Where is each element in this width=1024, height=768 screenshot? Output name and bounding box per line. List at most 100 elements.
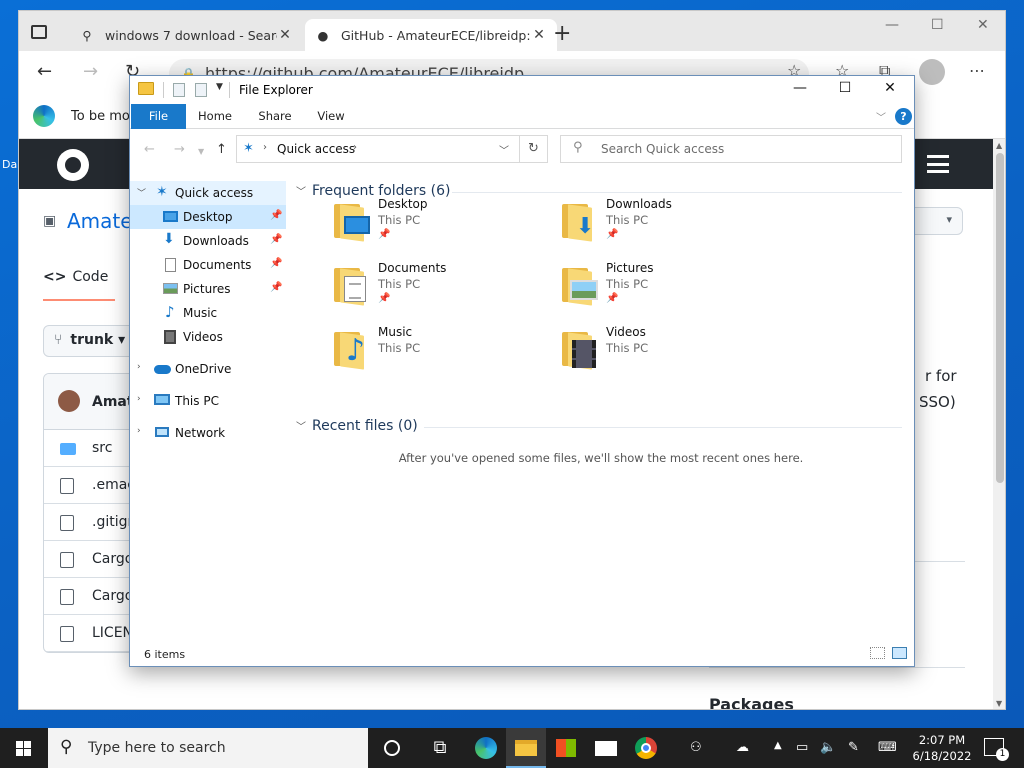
back-button[interactable]: ← — [37, 61, 52, 82]
search-input[interactable]: ⚲ Search Quick access — [560, 135, 902, 163]
taskbar-mail[interactable] — [586, 728, 626, 768]
minimize-button[interactable]: — — [778, 80, 822, 96]
desktop-icon — [163, 211, 178, 222]
tab-home[interactable]: Home — [192, 104, 238, 129]
edge-logo-icon — [33, 105, 55, 127]
forward-arrow-icon[interactable]: → — [174, 142, 185, 157]
tab-bing-search[interactable]: ⚲ windows 7 download - Search ✕ — [69, 19, 303, 51]
people-icon[interactable]: ⚇ — [690, 740, 702, 755]
task-view-button[interactable]: ⧉ — [420, 728, 460, 768]
details-view-icon[interactable] — [870, 647, 885, 659]
settings-more-icon[interactable]: ⋯ — [969, 61, 985, 80]
folder-tile-desktop[interactable]: Desktop This PC 📌 — [332, 197, 532, 253]
search-icon: ⚲ — [82, 27, 92, 43]
network-tray-icon[interactable]: ▭ — [796, 740, 808, 755]
sidebar-item-onedrive[interactable]: › OneDrive — [130, 357, 286, 381]
up-arrow-icon[interactable]: ↑ — [216, 142, 227, 157]
sidebar-item-music[interactable]: ♪ Music — [130, 301, 286, 325]
file-icon — [60, 626, 74, 642]
pen-icon[interactable]: ✎ — [848, 740, 859, 755]
computer-icon — [154, 394, 170, 405]
clock[interactable]: 2:07 PM 6/18/2022 — [910, 732, 974, 764]
browser-maximize-button[interactable]: ☐ — [931, 17, 944, 33]
github-logo-icon[interactable] — [57, 149, 89, 181]
quick-access-toolbar-dropdown-icon[interactable]: ▼ — [216, 82, 223, 92]
chevron-right-icon[interactable]: › — [137, 426, 141, 436]
sidebar-item-quick-access[interactable]: ﹀ ✶ Quick access — [130, 181, 286, 205]
explorer-title-bar[interactable]: ▼ File Explorer — ☐ ✕ — [130, 76, 914, 104]
sidebar-item-downloads[interactable]: ⬇ Downloads 📌 — [130, 229, 286, 253]
chevron-down-icon[interactable]: ﹀ — [137, 186, 146, 199]
sidebar-item-this-pc[interactable]: › This PC — [130, 389, 286, 413]
tab-code[interactable]: <> Code — [43, 267, 115, 301]
volume-icon[interactable]: 🔈 — [820, 740, 836, 755]
breadcrumb[interactable]: Quick access — [277, 142, 355, 156]
expand-ribbon-chevron-down-icon[interactable]: ﹀ — [876, 109, 886, 124]
folder-name: Music — [378, 325, 413, 339]
large-icons-view-icon[interactable] — [892, 647, 907, 659]
sidebar-item-desktop[interactable]: Desktop 📌 — [130, 205, 286, 229]
keyboard-icon[interactable]: ⌨ — [878, 740, 897, 755]
file-name[interactable]: Cargo — [92, 588, 133, 604]
taskbar-store[interactable] — [546, 728, 586, 768]
folder-tile-pictures[interactable]: Pictures This PC 📌 — [560, 261, 760, 317]
folder-tile-documents[interactable]: Documents This PC 📌 — [332, 261, 532, 317]
new-tab-button[interactable]: + — [553, 23, 571, 45]
file-name[interactable]: Cargo — [92, 551, 133, 567]
group-header-recent-files[interactable]: ﹀ Recent files (0) — [296, 418, 418, 434]
documents-icon — [165, 258, 176, 272]
scroll-up-icon[interactable]: ▲ — [996, 141, 1002, 150]
folder-tile-videos[interactable]: Videos This PC — [560, 325, 760, 381]
browser-close-button[interactable]: ✕ — [977, 17, 989, 33]
scrollbar-thumb[interactable] — [996, 153, 1004, 483]
back-arrow-icon[interactable]: ← — [144, 142, 155, 157]
tab-github[interactable]: ● GitHub - AmateurECE/libreidp: C ✕ — [305, 19, 557, 51]
tab-actions-icon[interactable] — [31, 25, 47, 39]
taskbar-file-explorer[interactable] — [506, 728, 546, 768]
sidebar-item-videos[interactable]: Videos — [130, 325, 286, 349]
recent-locations-chevron-down-icon[interactable]: ▼ — [198, 147, 204, 156]
breadcrumb-separator-icon[interactable]: › — [353, 142, 357, 153]
file-name[interactable]: src — [92, 440, 112, 456]
tab-close-icon[interactable]: ✕ — [277, 27, 293, 43]
avatar[interactable] — [58, 390, 80, 412]
chevron-right-icon[interactable]: › — [137, 362, 141, 372]
taskbar-edge[interactable] — [466, 728, 506, 768]
sidebar-item-documents[interactable]: Documents 📌 — [130, 253, 286, 277]
tab-view[interactable]: View — [310, 104, 352, 129]
group-header-label: Recent files (0) — [312, 418, 418, 434]
folder-name: Desktop — [378, 197, 428, 211]
help-icon[interactable]: ? — [895, 108, 912, 125]
folder-location: This PC — [378, 213, 421, 227]
maximize-button[interactable]: ☐ — [823, 80, 867, 96]
breadcrumb-separator-icon[interactable]: › — [263, 142, 267, 153]
address-bar[interactable]: ✶ › Quick access › ﹀ — [236, 135, 520, 163]
notification-center-icon[interactable]: 1 — [984, 738, 1009, 761]
show-hidden-icons-chevron-up-icon[interactable]: ▲ — [774, 740, 782, 751]
tab-file[interactable]: File — [131, 104, 186, 129]
scroll-down-icon[interactable]: ▼ — [996, 699, 1002, 708]
address-history-chevron-down-icon[interactable]: ﹀ — [499, 142, 509, 157]
page-scrollbar[interactable]: ▲ ▼ — [993, 139, 1005, 709]
desktop-icon-partial[interactable]: Da — [0, 140, 18, 171]
weather-icon[interactable]: ☁ — [736, 740, 749, 755]
chevron-right-icon[interactable]: › — [137, 394, 141, 404]
folder-tile-music[interactable]: ♪ Music This PC — [332, 325, 532, 381]
tab-close-icon[interactable]: ✕ — [531, 27, 547, 43]
folder-tile-downloads[interactable]: ⬇ Downloads This PC 📌 — [560, 197, 760, 253]
taskbar-chrome[interactable] — [626, 728, 666, 768]
new-folder-icon[interactable] — [195, 83, 207, 97]
profile-avatar[interactable] — [919, 59, 945, 85]
sidebar-item-network[interactable]: › Network — [130, 421, 286, 445]
browser-minimize-button[interactable]: — — [885, 17, 899, 33]
hamburger-menu-icon[interactable] — [927, 155, 949, 173]
properties-icon[interactable] — [173, 83, 185, 97]
refresh-button[interactable]: ↻ — [520, 135, 548, 163]
start-button[interactable] — [0, 728, 48, 768]
taskbar-search-input[interactable]: ⚲ Type here to search — [48, 728, 368, 768]
forward-button[interactable]: → — [83, 61, 98, 82]
tab-share[interactable]: Share — [250, 104, 300, 129]
cortana-button[interactable] — [372, 728, 412, 768]
close-button[interactable]: ✕ — [868, 80, 912, 96]
sidebar-item-pictures[interactable]: Pictures 📌 — [130, 277, 286, 301]
